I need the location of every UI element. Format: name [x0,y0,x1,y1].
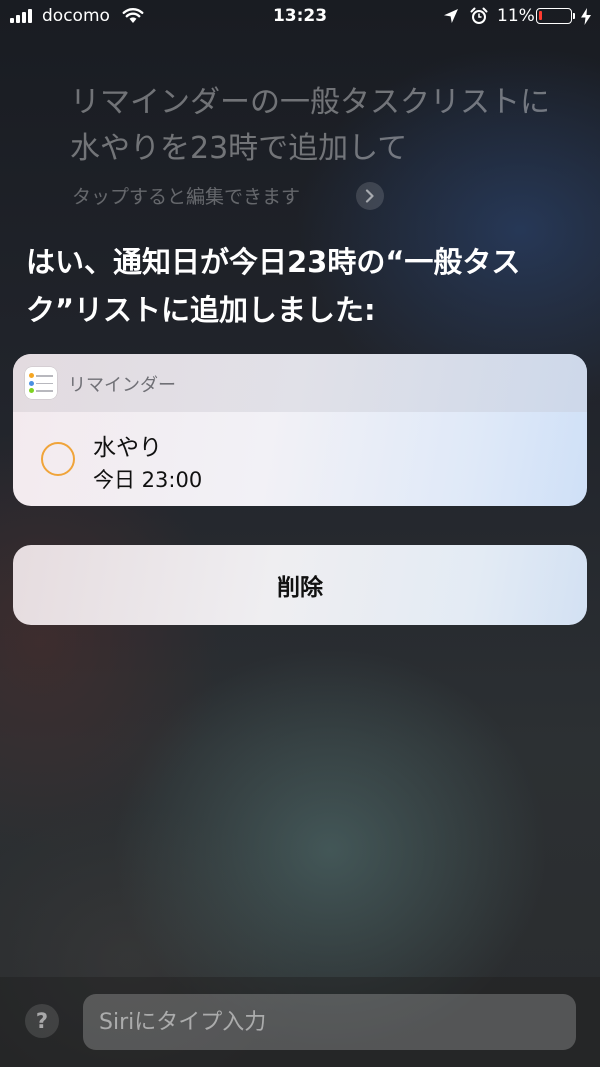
battery-percentage: 11% [497,6,535,26]
siri-query-text[interactable]: リマインダーの一般タスクリストに水やりを23時で追加して [70,80,575,172]
status-bar: docomo 13:23 11% [0,0,600,34]
battery-level-fill [539,11,542,20]
siri-response-text: はい、通知日が今日23時の“一般タスク”リストに追加しました: [26,245,521,327]
app-name: リマインダー [68,375,176,396]
location-arrow-icon [444,9,458,23]
edit-query-button[interactable] [356,182,384,210]
help-button[interactable]: ? [25,1004,59,1038]
reminder-card[interactable]: リマインダー 水やり 今日 23:00 [13,354,587,506]
reminders-app-icon [25,367,57,399]
reminder-due-time: 今日 23:00 [93,468,203,492]
type-to-siri-input[interactable] [83,994,576,1050]
tap-to-edit-hint[interactable]: タップすると編集できます [72,182,300,209]
reminder-complete-checkbox[interactable] [41,442,75,476]
reminder-title: 水やり [93,435,162,461]
reminder-card-header: リマインダー [13,354,587,412]
battery-cap [573,13,575,19]
alarm-clock-icon [470,7,488,24]
battery-icon [536,8,572,24]
delete-button[interactable]: 削除 [13,545,587,625]
charging-bolt-icon [581,8,591,25]
chevron-right-icon [365,189,374,203]
